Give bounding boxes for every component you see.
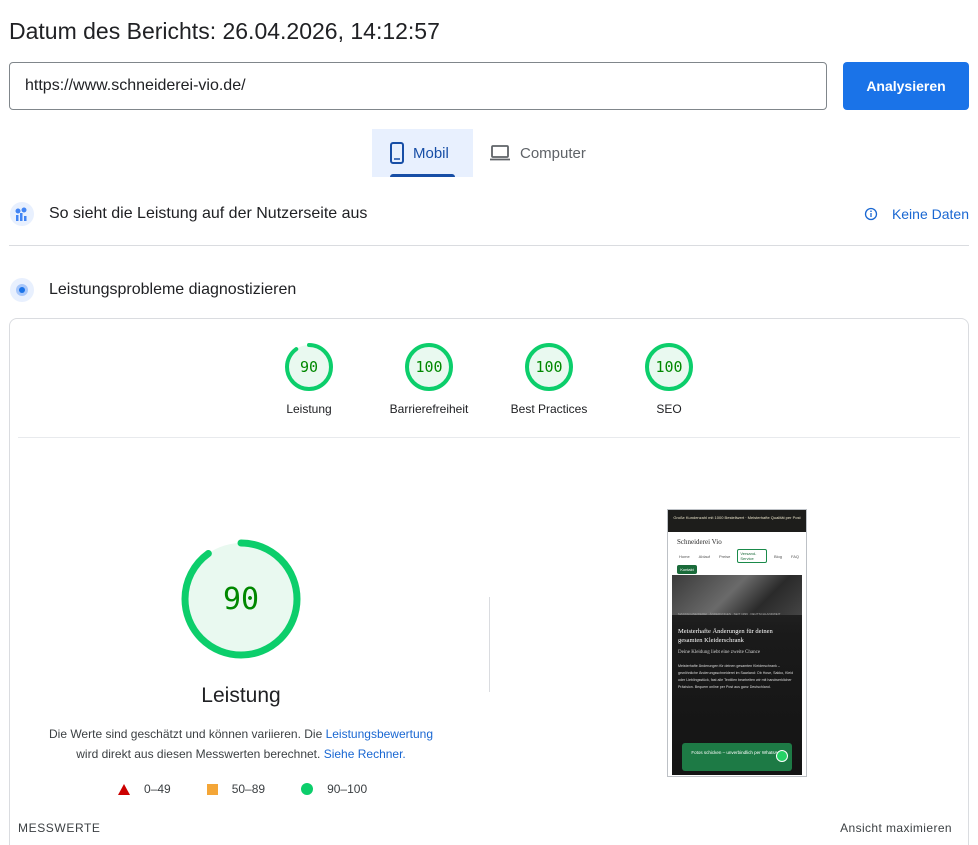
tab-mobile-label: Mobil: [413, 144, 449, 162]
calculator-link[interactable]: Siehe Rechner.: [324, 747, 406, 761]
page-screenshot: Große Kundenzahl mit 1000 Bestellwert · …: [667, 509, 807, 777]
info-icon: [864, 207, 878, 221]
screenshot-subline: Deine Kleidung liebt eine zweite Chance: [678, 650, 761, 655]
screenshot-cta: Fotos schicken – unverbindlich per Whats…: [682, 743, 792, 771]
orange-square-icon: [206, 783, 218, 795]
section-divider: [9, 245, 969, 246]
report-date: Datum des Berichts: 26.04.2026, 14:12:57: [9, 18, 440, 44]
legend-item-average: 50–89: [206, 782, 266, 796]
tab-desktop-label: Computer: [520, 144, 586, 162]
legend-range: 50–89: [231, 782, 266, 796]
screenshot-cta-label: Fotos schicken – unverbindlich per Whats…: [691, 750, 783, 755]
green-circle-icon: [301, 783, 314, 795]
field-data-title: So sieht die Leistung auf der Nutzerseit…: [49, 205, 368, 222]
note-text: wird direkt aus diesen Messwerten berech…: [76, 747, 321, 761]
vertical-separator: [489, 597, 490, 692]
tab-desktop[interactable]: Computer: [489, 129, 599, 177]
score-label: Leistung: [286, 402, 332, 416]
users-chart-icon: [9, 201, 35, 227]
screenshot-headline: Meisterhafte Änderungen für deinen gesam…: [678, 628, 773, 644]
screenshot-nav: Home Ablauf Preise Versand-Service Blog …: [668, 549, 806, 563]
laptop-icon: [489, 145, 511, 161]
analyze-button[interactable]: Analysieren: [843, 62, 969, 110]
screenshot-nav-item: Preise: [719, 553, 731, 559]
score-gauge-seo[interactable]: 100 SEO: [614, 342, 724, 416]
performance-title: Leistung: [201, 684, 281, 707]
lab-data-title: Leistungsprobleme diagnostizieren: [49, 281, 297, 298]
performance-gauge: 90: [181, 539, 301, 659]
score-gauge-best-practices[interactable]: 100 Best Practices: [494, 342, 604, 416]
screenshot-nav-item: Versand-Service: [737, 549, 767, 563]
score-label: SEO: [656, 402, 682, 416]
score-label: Barrierefreiheit: [389, 402, 469, 416]
screenshot-nav-item: FAQ: [790, 553, 799, 559]
performance-score-link[interactable]: Leistungsbewertung: [326, 727, 433, 741]
note-text: Die Werte sind geschätzt und können vari…: [48, 727, 326, 741]
score-legend: 0–49 50–89 90–100: [118, 782, 403, 796]
url-input[interactable]: [9, 62, 827, 110]
score-note: Die Werte sind geschätzt und können vari…: [40, 724, 442, 764]
diagnose-icon: [9, 277, 35, 303]
gauge-ring: 100: [645, 343, 693, 391]
report-card: [9, 318, 969, 845]
screenshot-hero-image: [672, 575, 802, 615]
screenshot-kicker: MASSSCHNEIDEREI · ÄNDERUNGEN · SEIT 1999…: [678, 612, 781, 616]
gauge-ring: 100: [405, 343, 453, 391]
field-data-heading: So sieht die Leistung auf der Nutzerseit…: [9, 201, 367, 227]
svg-text:100: 100: [655, 358, 682, 376]
screenshot-brand: Schneiderei Vio: [677, 538, 722, 546]
no-data-label: Keine Daten: [891, 206, 969, 222]
gauges-divider: [18, 437, 960, 438]
svg-text:90: 90: [223, 582, 259, 617]
legend-item-fail: 0–49: [118, 782, 171, 796]
screenshot-nav-item: Home: [679, 553, 690, 559]
no-data-link[interactable]: Keine Daten: [864, 206, 969, 222]
screenshot-body: Meisterhafte Änderungen für deinen gesam…: [678, 664, 794, 689]
whatsapp-icon: [776, 750, 788, 762]
screenshot-nav-item: Blog: [773, 553, 782, 559]
svg-text:100: 100: [535, 358, 562, 376]
tab-mobile[interactable]: Mobil: [372, 129, 473, 177]
legend-range: 0–49: [144, 782, 171, 796]
smartphone-icon: [390, 142, 404, 164]
gauge-ring: 90: [285, 343, 333, 391]
score-gauge-performance[interactable]: 90 Leistung: [254, 342, 364, 416]
lab-data-heading: Leistungsprobleme diagnostizieren: [9, 277, 296, 303]
svg-text:100: 100: [415, 358, 442, 376]
legend-item-pass: 90–100: [301, 782, 367, 796]
score-label: Best Practices: [510, 402, 588, 416]
active-tab-indicator: [390, 174, 455, 177]
score-gauge-accessibility[interactable]: 100 Barrierefreiheit: [374, 342, 484, 416]
screenshot-topbar: Große Kundenzahl mit 1000 Bestellwert · …: [668, 510, 806, 532]
screenshot-hero: MASSSCHNEIDEREI · ÄNDERUNGEN · SEIT 1999…: [672, 575, 802, 775]
gauge-ring: 100: [525, 343, 573, 391]
svg-text:90: 90: [300, 358, 318, 376]
screenshot-contact-button: Kontakt: [677, 565, 697, 574]
screenshot-nav-item: Ablauf: [698, 553, 711, 559]
expand-view-toggle[interactable]: Ansicht maximieren: [840, 821, 952, 835]
metrics-heading: MESSWERTE: [18, 821, 101, 835]
legend-range: 90–100: [327, 782, 368, 796]
red-triangle-icon: [118, 783, 130, 795]
